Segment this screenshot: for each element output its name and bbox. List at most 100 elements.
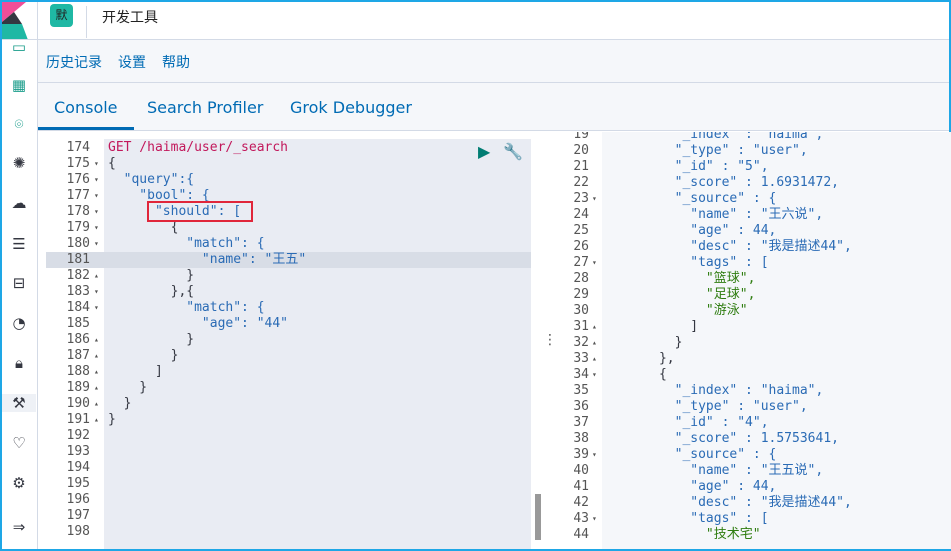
- apm-icon[interactable]: ⊟: [2, 274, 36, 292]
- line-number: 23: [573, 191, 589, 206]
- code-line: 29 "足球",: [557, 287, 951, 303]
- code-text: "name" : "王五说",: [612, 463, 824, 478]
- code-text: }: [108, 412, 116, 427]
- canvas-icon[interactable]: ▦: [2, 76, 36, 94]
- fold-toggle-icon[interactable]: ▾: [592, 255, 597, 271]
- code-line: 23 ▾ "_source" : {: [557, 191, 951, 207]
- logs-icon[interactable]: ☰: [2, 235, 36, 253]
- code-line: 196: [46, 492, 531, 508]
- code-text: {: [108, 220, 179, 235]
- resize-handle[interactable]: ⋮: [543, 332, 557, 348]
- page-title: 开发工具: [102, 10, 158, 26]
- code-text: GET /haima/user/_search: [108, 140, 289, 155]
- code-line: 35 "_index" : "haima",: [557, 383, 951, 399]
- dashboard-icon[interactable]: ▭: [2, 38, 36, 56]
- code-text: "bool": {: [108, 188, 210, 203]
- menu-settings[interactable]: 设置: [118, 52, 146, 72]
- wrench-icon[interactable]: 🔧: [503, 142, 523, 161]
- code-text: "_source" : {: [612, 191, 777, 206]
- fold-toggle-icon[interactable]: ▴: [94, 268, 99, 284]
- code-line: 19 "_index" : "haima",: [557, 132, 951, 143]
- fold-toggle-icon[interactable]: ▾: [94, 156, 99, 172]
- line-number: 40: [573, 463, 589, 478]
- devtools-icon[interactable]: ⚒: [2, 394, 36, 412]
- tab-grok-debugger[interactable]: Grok Debugger: [290, 98, 412, 117]
- uptime-icon[interactable]: ◔: [2, 314, 36, 332]
- fold-toggle-icon[interactable]: ▾: [94, 204, 99, 220]
- code-text: },{: [108, 284, 195, 299]
- fold-toggle-icon[interactable]: ▴: [94, 396, 99, 412]
- line-number: 28: [573, 271, 589, 286]
- fold-toggle-icon[interactable]: ▴: [94, 332, 99, 348]
- request-editor[interactable]: 174 GET /haima/user/_search 175 ▾ {176 ▾ "que…: [46, 139, 531, 549]
- security-icon[interactable]: 🔒︎: [2, 354, 36, 372]
- fold-toggle-icon[interactable]: ▾: [94, 300, 99, 316]
- fold-toggle-icon[interactable]: ▾: [94, 284, 99, 300]
- fold-toggle-icon[interactable]: ▴: [592, 319, 597, 335]
- line-number: 37: [573, 415, 589, 430]
- collapse-icon[interactable]: ⇒: [2, 518, 36, 536]
- line-number: 185: [66, 316, 90, 331]
- code-line: 195: [46, 476, 531, 492]
- code-text: "age": "44": [108, 316, 289, 331]
- infra-icon[interactable]: ☁: [2, 194, 36, 212]
- line-number: 187: [66, 348, 90, 363]
- tab-search-profiler[interactable]: Search Profiler: [147, 98, 263, 117]
- line-number: 197: [66, 508, 90, 523]
- line-number: 192: [66, 428, 90, 443]
- code-text: "游泳": [612, 303, 748, 318]
- code-text: "age" : 44,: [612, 479, 777, 494]
- ml-icon[interactable]: ✺: [2, 154, 36, 172]
- space-avatar[interactable]: 默: [50, 4, 73, 27]
- fold-toggle-icon[interactable]: ▴: [94, 412, 99, 428]
- line-number: 177: [66, 188, 90, 203]
- tab-console[interactable]: Console: [38, 98, 134, 130]
- fold-toggle-icon[interactable]: ▾: [94, 220, 99, 236]
- code-text: },: [612, 351, 675, 366]
- fold-toggle-icon[interactable]: ▾: [94, 188, 99, 204]
- editor-scrollbar[interactable]: [535, 494, 541, 540]
- code-line: 44 "技术宅": [557, 527, 951, 543]
- request-actions: ▶ 🔧: [478, 142, 523, 161]
- fold-toggle-icon[interactable]: ▾: [592, 367, 597, 383]
- fold-toggle-icon[interactable]: ▴: [94, 380, 99, 396]
- fold-toggle-icon[interactable]: ▴: [592, 335, 597, 351]
- code-line: 25 "age" : 44,: [557, 223, 951, 239]
- monitoring-icon[interactable]: ♡: [2, 434, 36, 452]
- fold-toggle-icon[interactable]: ▴: [592, 351, 597, 367]
- kibana-logo[interactable]: [2, 2, 38, 40]
- fold-toggle-icon[interactable]: ▾: [592, 191, 597, 207]
- fold-toggle-icon[interactable]: ▴: [94, 348, 99, 364]
- code-text: "_index" : "haima",: [612, 132, 824, 142]
- menu-history[interactable]: 历史记录: [46, 52, 102, 72]
- line-number: 39: [573, 447, 589, 462]
- code-line: 31 ▴ ]: [557, 319, 951, 335]
- maps-icon[interactable]: ⌾: [2, 115, 36, 133]
- fold-toggle-icon[interactable]: ▴: [94, 364, 99, 380]
- code-text: "_id" : "4",: [612, 415, 769, 430]
- code-line: 187 ▴ }: [46, 348, 531, 364]
- line-number: 27: [573, 255, 589, 270]
- code-line: 26 "desc" : "我是描述44",: [557, 239, 951, 255]
- code-text: "_source" : {: [612, 447, 777, 462]
- management-icon[interactable]: ⚙: [2, 474, 36, 492]
- code-line: 24 "name" : "王六说",: [557, 207, 951, 223]
- fold-toggle-icon[interactable]: ▾: [592, 511, 597, 527]
- code-line: 179 ▾ {: [46, 220, 531, 236]
- line-number: 188: [66, 364, 90, 379]
- code-text: }: [612, 335, 683, 350]
- line-number: 181: [66, 252, 90, 267]
- line-number: 19: [573, 132, 589, 142]
- code-line: 191 ▴}: [46, 412, 531, 428]
- line-number: 31: [573, 319, 589, 334]
- menu-help[interactable]: 帮助: [162, 52, 190, 72]
- fold-toggle-icon[interactable]: ▾: [94, 172, 99, 188]
- code-line: 190 ▴ }: [46, 396, 531, 412]
- code-line: 192: [46, 428, 531, 444]
- code-text: "篮球",: [612, 271, 756, 286]
- fold-toggle-icon[interactable]: ▾: [592, 447, 597, 463]
- play-icon[interactable]: ▶: [478, 142, 490, 161]
- code-text: "_score" : 1.6931472,: [612, 175, 839, 190]
- code-text: "_type" : "user",: [612, 399, 808, 414]
- fold-toggle-icon[interactable]: ▾: [94, 236, 99, 252]
